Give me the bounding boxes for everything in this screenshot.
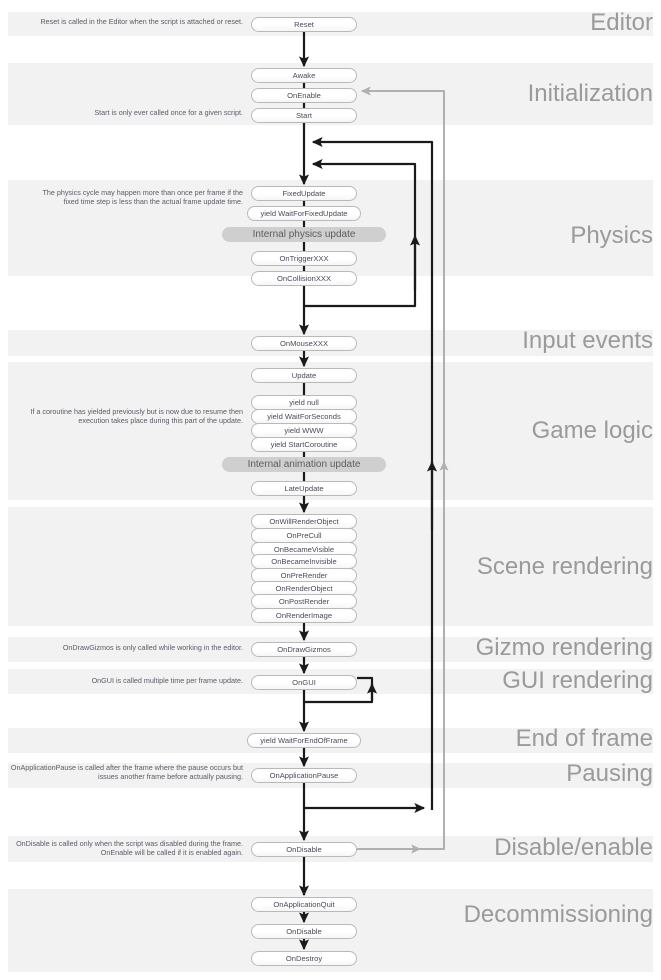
band-label-pausing: Pausing: [566, 760, 653, 787]
node-onpostrender[interactable]: OnPostRender: [251, 594, 357, 609]
note-physics: The physics cycle may happen more than o…: [42, 188, 243, 207]
band-label-game_logic: Game logic: [531, 417, 653, 444]
band-label-editor: Editor: [590, 9, 653, 36]
band-label-input_events: Input events: [522, 327, 653, 354]
band-label-decommissioning: Decommissioning: [463, 901, 653, 928]
node-yieldwww[interactable]: yield WWW: [251, 423, 357, 438]
node-update[interactable]: Update: [251, 368, 357, 383]
node-yieldstartcoroutine[interactable]: yield StartCoroutine: [251, 437, 357, 452]
band-label-end_of_frame: End of frame: [515, 725, 653, 752]
node-ontriggerxxx[interactable]: OnTriggerXXX: [251, 251, 357, 266]
node-ondisable[interactable]: OnDisable: [251, 842, 357, 857]
note-pause: OnApplicationPause is called after the f…: [10, 763, 243, 782]
band-label-gui_rendering: GUI rendering: [502, 667, 653, 694]
note-gizmos: OnDrawGizmos is only called while workin…: [62, 643, 243, 652]
node-yieldnull[interactable]: yield null: [251, 395, 357, 410]
band-label-physics: Physics: [570, 222, 653, 249]
note-disable: OnDisable is called only when the script…: [16, 839, 243, 858]
band-label-gizmo_rendering: Gizmo rendering: [475, 634, 653, 661]
node-yieldwaitendframe[interactable]: yield WaitForEndOfFrame: [247, 733, 361, 748]
node-internal_animation[interactable]: Internal animation update: [222, 457, 386, 472]
band-label-initialization: Initialization: [527, 80, 653, 107]
node-onrenderimage[interactable]: OnRenderImage: [251, 608, 357, 623]
node-internal_physics[interactable]: Internal physics update: [222, 227, 386, 242]
band-label-scene_rendering: Scene rendering: [476, 553, 653, 580]
node-ondrawgizmos[interactable]: OnDrawGizmos: [251, 642, 357, 657]
node-yieldwaitseconds[interactable]: yield WaitForSeconds: [251, 409, 357, 424]
node-onprecull[interactable]: OnPreCull: [251, 528, 357, 543]
flowchart-canvas: Editor Initialization Physics Input events G…: [0, 0, 661, 980]
note-start: Start is only ever called once for a giv…: [94, 108, 243, 117]
node-awake[interactable]: Awake: [251, 68, 357, 83]
node-oncollisionxxx[interactable]: OnCollisionXXX: [251, 271, 357, 286]
node-ondisable2[interactable]: OnDisable: [251, 924, 357, 939]
node-reset[interactable]: Reset: [251, 17, 357, 32]
node-onmousexxx[interactable]: OnMouseXXX: [251, 336, 357, 351]
node-onapplicationpause[interactable]: OnApplicationPause: [251, 768, 357, 783]
node-onbecameinvisible[interactable]: OnBecameInvisible: [251, 554, 357, 569]
node-ondestroy[interactable]: OnDestroy: [251, 951, 357, 966]
note-ongui: OnGUI is called multiple time per frame …: [91, 676, 243, 685]
node-yieldwaitfixed[interactable]: yield WaitForFixedUpdate: [247, 206, 361, 221]
node-onwillrenderobject[interactable]: OnWillRenderObject: [251, 514, 357, 529]
node-lateupdate[interactable]: LateUpdate: [251, 481, 357, 496]
node-onenable[interactable]: OnEnable: [251, 88, 357, 103]
node-start[interactable]: Start: [251, 108, 357, 123]
node-ongui[interactable]: OnGUI: [251, 675, 357, 690]
note-coroutine: If a coroutine has yielded previously bu…: [30, 407, 243, 426]
note-reset: Reset is called in the Editor when the s…: [40, 17, 243, 26]
node-fixedupdate[interactable]: FixedUpdate: [251, 186, 357, 201]
node-onapplicationquit[interactable]: OnApplicationQuit: [251, 897, 357, 912]
band-label-disable_enable: Disable/enable: [494, 834, 653, 861]
